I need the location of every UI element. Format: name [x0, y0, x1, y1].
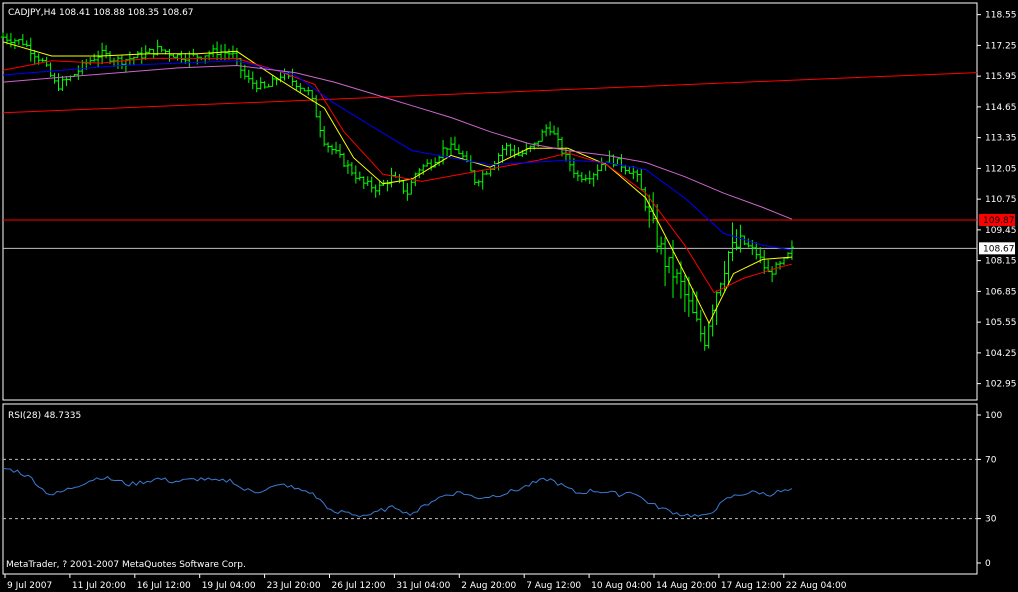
rsi-header: RSI(28) 48.7335 — [8, 411, 81, 421]
price-tick-label: 117.25 — [985, 41, 1017, 51]
time-tick-label: 14 Aug 20:00 — [656, 581, 717, 591]
price-tick-label: 106.85 — [985, 287, 1017, 297]
ma-mid-line — [2, 57, 793, 294]
time-tick-label: 7 Aug 12:00 — [526, 581, 581, 591]
price-tick-label: 118.55 — [985, 11, 1017, 21]
price-tick-label: 109.45 — [985, 226, 1017, 236]
time-tick-label: 17 Aug 12:00 — [721, 581, 782, 591]
price-tick-label: 102.95 — [985, 380, 1017, 390]
price-tick-label: 108.15 — [985, 257, 1017, 267]
price-tick-label: 114.65 — [985, 103, 1017, 113]
rsi-pane[interactable] — [2, 458, 977, 520]
time-tick-label: 9 Jul 2007 — [7, 581, 52, 591]
rsi-tick-label: 30 — [985, 515, 997, 525]
price-tick-label: 112.05 — [985, 164, 1017, 174]
price-tick-label: 115.95 — [985, 72, 1017, 82]
main-pane-frame — [2, 2, 978, 401]
rsi-tick-label: 0 — [985, 559, 991, 569]
price-tick-label: 104.25 — [985, 349, 1017, 359]
rsi-line — [2, 467, 793, 518]
main-header: CADJPY,H4 108.41 108.88 108.35 108.67 — [8, 8, 194, 18]
time-tick-label: 22 Aug 04:00 — [786, 581, 847, 591]
price-tick-label: 110.75 — [985, 195, 1017, 205]
time-tick-label: 10 Aug 04:00 — [591, 581, 652, 591]
time-tick-label: 19 Jul 04:00 — [202, 581, 256, 591]
trendline — [2, 72, 978, 114]
time-tick-label: 31 Jul 04:00 — [396, 581, 450, 591]
time-tick-label: 11 Jul 20:00 — [72, 581, 126, 591]
ma-fast-line — [2, 41, 792, 325]
price-label-hline: 109.87 — [983, 216, 1015, 226]
chart-canvas: 109.87 108.67 118.55 117.25 115.95 114.65 113.… — [1, 2, 1017, 591]
time-tick-label: 16 Jul 12:00 — [137, 581, 191, 591]
main-pane[interactable] — [1, 32, 978, 351]
copyright-text: MetaTrader, ? 2001-2007 MetaQuotes Softw… — [6, 560, 246, 570]
rsi-pane-frame — [2, 403, 978, 575]
time-axis: 9 Jul 2007 11 Jul 20:00 16 Jul 12:00 19 Jul… — [4, 574, 847, 591]
price-label-bid: 108.67 — [983, 244, 1015, 254]
price-axis: 109.87 108.67 118.55 117.25 115.95 114.65 113.… — [977, 11, 1017, 569]
ma-slowest-line — [2, 64, 793, 220]
rsi-tick-label: 100 — [985, 411, 1002, 421]
rsi-tick-label: 70 — [985, 455, 997, 465]
price-tick-label: 105.55 — [985, 318, 1017, 328]
time-tick-label: 26 Jul 12:00 — [332, 581, 386, 591]
price-tick-label: 113.35 — [985, 134, 1017, 144]
time-tick-label: 23 Jul 20:00 — [267, 581, 321, 591]
ma-slow-line — [2, 60, 792, 251]
time-tick-label: 2 Aug 20:00 — [461, 581, 516, 591]
